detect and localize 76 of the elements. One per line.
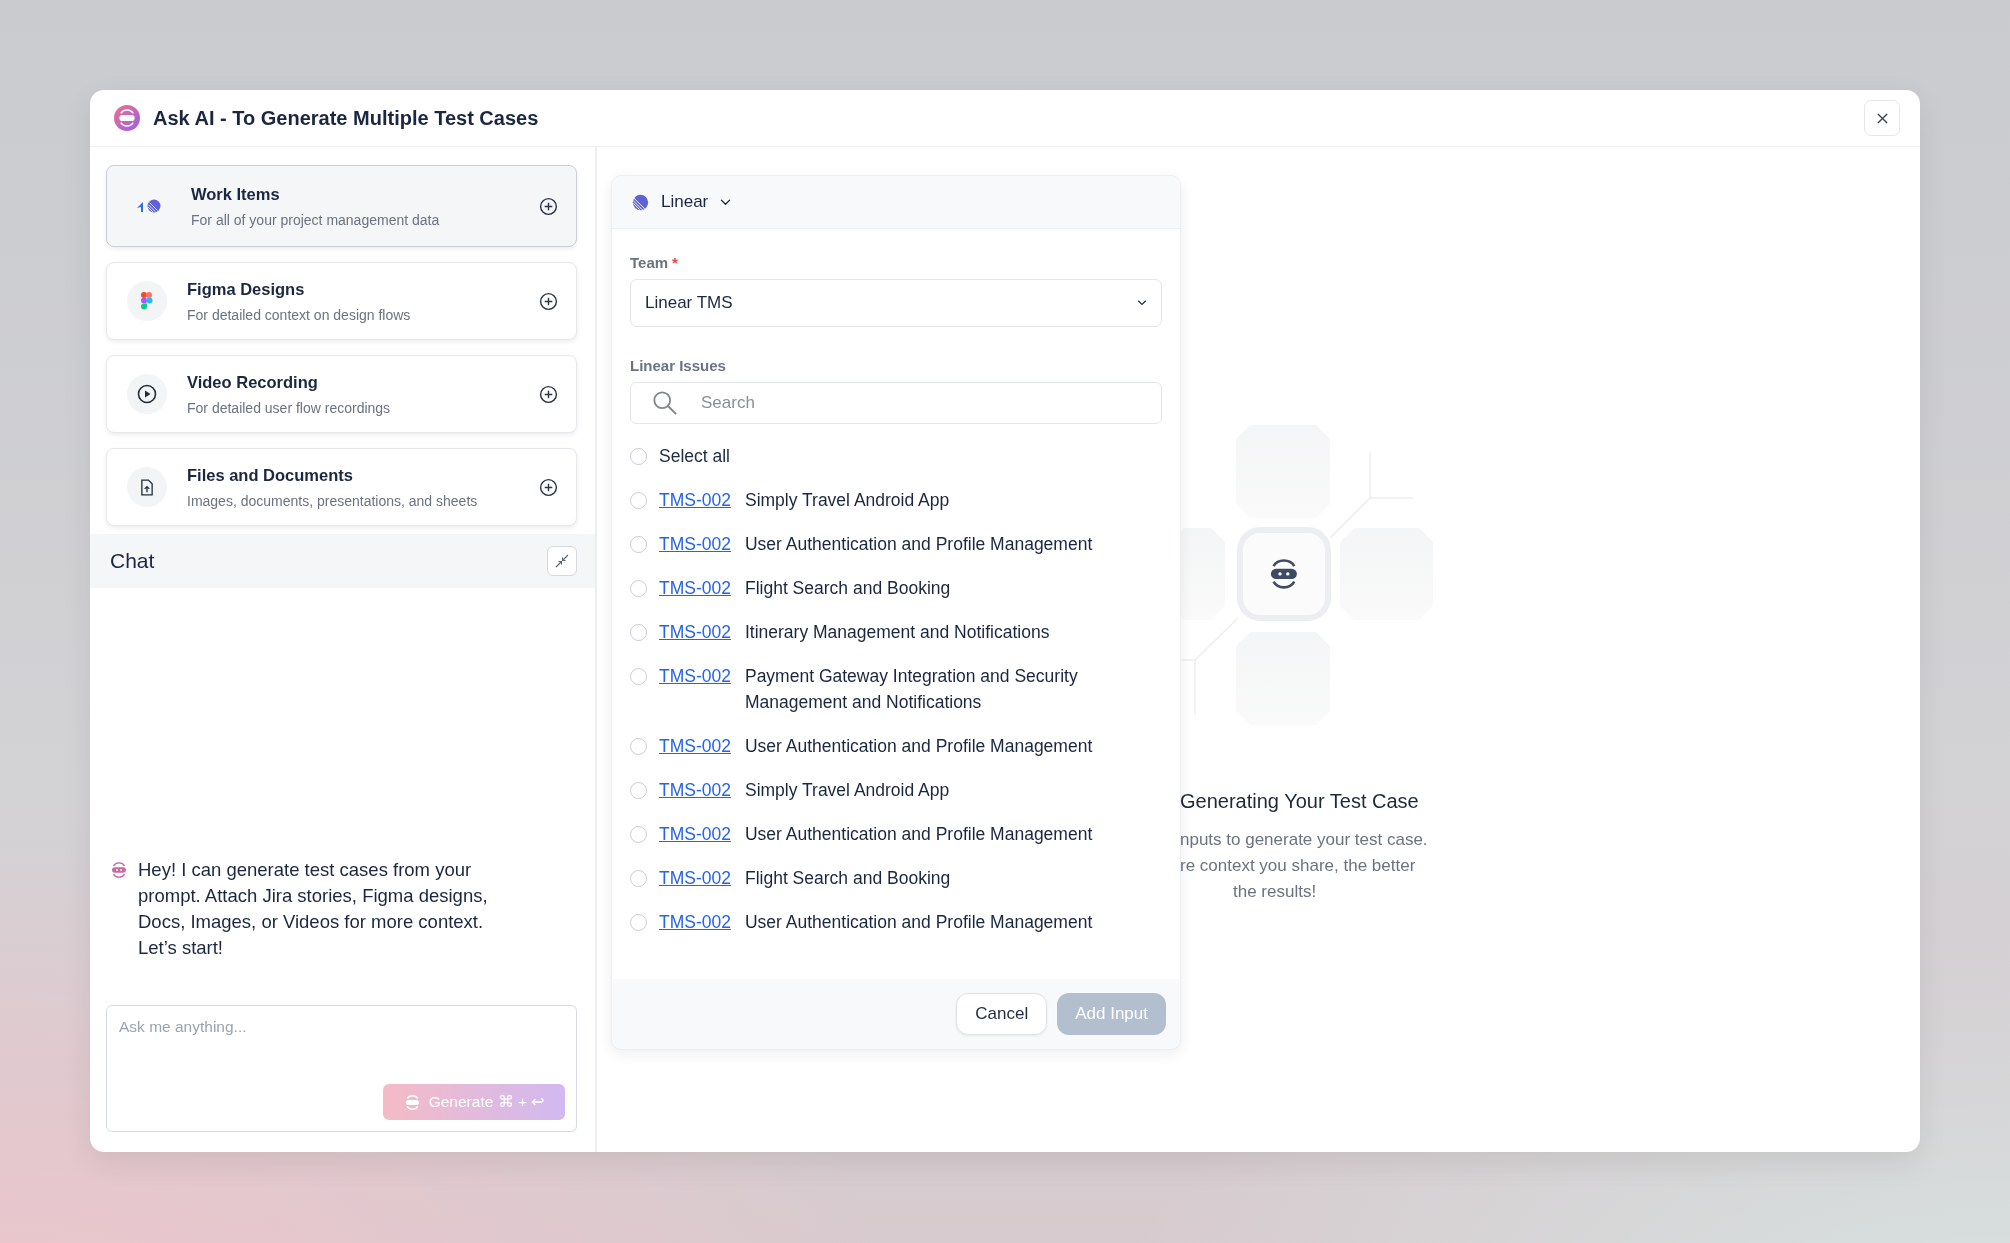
radio-button[interactable] [630, 624, 647, 641]
radio-button[interactable] [630, 492, 647, 509]
radio-button[interactable] [630, 536, 647, 553]
chat-title: Chat [110, 549, 155, 573]
dialog-title: Ask AI - To Generate Multiple Test Cases [153, 106, 540, 130]
close-button[interactable] [1864, 100, 1900, 136]
search-field[interactable]: Search [630, 382, 1162, 424]
source-card[interactable]: Video Recording For detailed user flow recordings [106, 355, 577, 433]
issue-title: Simply Travel Android App [744, 779, 951, 802]
team-select[interactable]: Linear TMS [630, 279, 1162, 327]
issue-link[interactable]: TMS-002 [659, 531, 731, 557]
required-mark: * [672, 254, 678, 271]
issue-link[interactable]: TMS-002 [659, 487, 731, 513]
radio-button[interactable] [630, 580, 647, 597]
radio-button[interactable] [630, 826, 647, 843]
close-icon [1876, 112, 1888, 124]
cancel-button[interactable]: Cancel [956, 993, 1048, 1035]
collapse-button[interactable] [547, 546, 577, 576]
colored-shapes-icon [141, 292, 153, 310]
issue-title: Flight Search and Booking [744, 867, 952, 890]
card-title: Video Recording [187, 372, 319, 392]
add-icon[interactable] [539, 384, 558, 404]
card-title: Work Items [191, 184, 281, 204]
radio-button[interactable] [630, 448, 647, 465]
issue-title: Simply Travel Android App [744, 489, 951, 512]
issue-link[interactable]: TMS-002 [659, 909, 731, 935]
chevron-down-icon [720, 198, 732, 206]
logo-icon [114, 105, 140, 131]
add-icon[interactable] [539, 477, 558, 497]
provider-dropdown[interactable]: Linear [632, 192, 732, 212]
add-icon[interactable] [539, 196, 558, 216]
issue-link[interactable]: TMS-002 [659, 575, 731, 601]
radio-button[interactable] [630, 914, 647, 931]
file-upload-icon [140, 478, 154, 496]
card-title: Figma Designs [187, 279, 306, 299]
issue-title: User Authentication and Profile Management [744, 911, 1094, 934]
field-label: Linear Issues [630, 357, 727, 374]
issue-title: Itinerary Management and Notifications [744, 621, 1051, 644]
issue-title: User Authentication and Profile Management [744, 735, 1094, 758]
collapse-icon [555, 554, 569, 568]
source-card[interactable]: Figma Designs For detailed context on design flows [106, 262, 577, 340]
card-subtitle: For all of your project management data [191, 211, 441, 228]
issue-title: User Authentication and Profile Management [744, 823, 1094, 846]
issue-title: User Authentication and Profile Management [744, 533, 1094, 556]
bot-icon [403, 1093, 421, 1111]
issue-link[interactable]: TMS-002 [659, 663, 731, 689]
circle-stripes-icon [632, 193, 649, 211]
issue-link[interactable]: TMS-002 [659, 733, 731, 759]
status-text: nputs to generate your test case. [1180, 829, 1429, 851]
radio-button[interactable] [630, 870, 647, 887]
field-label: Team [630, 254, 669, 271]
issue-title: Flight Search and Booking [744, 577, 952, 600]
card-subtitle: For detailed user flow recordings [187, 399, 392, 416]
issue-link[interactable]: TMS-002 [659, 619, 731, 645]
card-subtitle: For detailed context on design flows [187, 306, 412, 323]
radio-button[interactable] [630, 668, 647, 685]
issue-link[interactable]: TMS-002 [659, 865, 731, 891]
option-label: Select all [659, 445, 730, 468]
source-card[interactable]: Work Items For all of your project management data [106, 165, 577, 247]
issue-link[interactable]: TMS-002 [659, 777, 731, 803]
bot-icon [110, 861, 128, 879]
card-title: Files and Documents [187, 465, 354, 485]
radio-button[interactable] [630, 738, 647, 755]
radio-button[interactable] [630, 782, 647, 799]
issue-title: Payment Gateway Integration and Security Management and Notifications [744, 665, 1079, 714]
status-text: re context you share, the better [1180, 855, 1417, 877]
chat-message: Hey! I can generate test cases from your prompt. Attach Jira stories, Figma designs, Docs, Images, or Videos for more context. Let’s start! [138, 858, 489, 960]
play-icon [137, 384, 157, 404]
issue-link[interactable]: TMS-002 [659, 821, 731, 847]
card-subtitle: Images, documents, presentations, and sheets [187, 492, 479, 509]
search-icon [652, 390, 678, 416]
status-title: Generating Your Test Case [1180, 790, 1420, 813]
add-icon[interactable] [539, 291, 558, 311]
chevron-down-icon [1137, 300, 1147, 306]
source-card[interactable]: Files and Documents Images, documents, presentations, and sheets [106, 448, 577, 526]
status-text: the results! [1232, 881, 1318, 903]
